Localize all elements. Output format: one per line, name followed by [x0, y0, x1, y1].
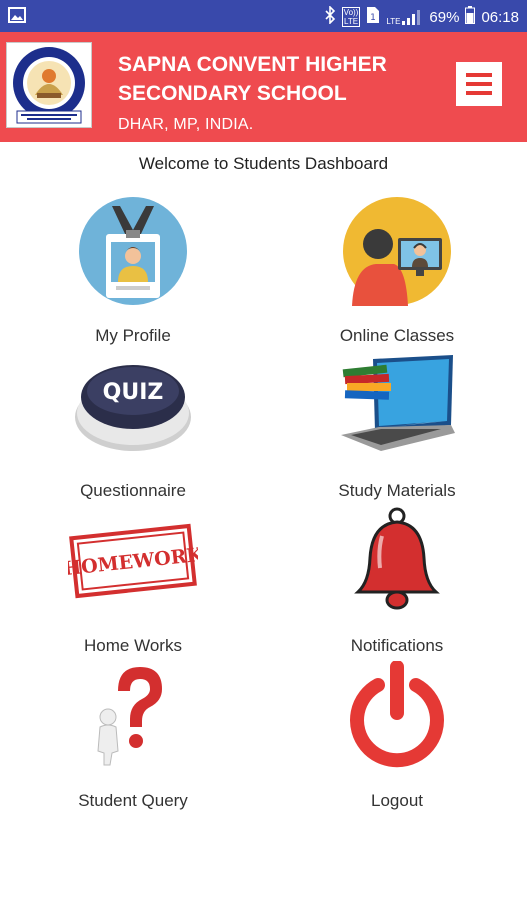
app-header: SAPNA CONVENT HIGHER SECONDARY SCHOOL DH… [0, 32, 527, 142]
clock: 06:18 [481, 8, 519, 26]
bluetooth-icon [324, 5, 336, 28]
menu-bar-icon [466, 82, 492, 86]
tile-label: Notifications [350, 636, 444, 655]
profile-id-card-icon [78, 196, 188, 306]
volte-icon: Vo)) LTE [341, 7, 361, 27]
status-bar: Vo)) LTE 1 LTE 69% 06:18 [0, 0, 527, 32]
tile-label: Home Works [84, 636, 182, 655]
tile-home-works[interactable]: HOMEWORK Home Works [33, 506, 233, 656]
tile-student-query[interactable]: Student Query [33, 661, 233, 811]
tile-my-profile[interactable]: My Profile [33, 196, 233, 346]
lte-signal-icon: LTE [386, 8, 423, 26]
tile-questionnaire[interactable]: QUIZ Questionnaire [33, 351, 233, 501]
tile-study-materials[interactable]: Study Materials [297, 351, 497, 501]
tile-online-classes[interactable]: Online Classes [297, 196, 497, 346]
homework-stamp-icon: HOMEWORK [62, 506, 205, 616]
tile-label: My Profile [95, 326, 171, 345]
online-classes-icon [342, 196, 452, 306]
laptop-books-icon [341, 351, 455, 461]
tile-label: Student Query [78, 791, 188, 810]
battery-icon [465, 6, 476, 28]
hamburger-menu-button[interactable] [456, 62, 502, 106]
menu-bar-icon [466, 91, 492, 95]
tile-label: Study Materials [338, 481, 456, 500]
volte-bottom-text: LTE [343, 17, 359, 26]
tile-logout[interactable]: Logout [297, 660, 497, 811]
school-logo [6, 42, 92, 128]
tile-label: Questionnaire [80, 481, 186, 500]
sim-icon: 1 [366, 6, 380, 28]
svg-text:1: 1 [370, 13, 376, 23]
tile-notifications[interactable]: Notifications [297, 506, 497, 656]
menu-bar-icon [466, 73, 492, 77]
question-mark-person-icon [78, 661, 188, 771]
tile-label: Logout [371, 791, 423, 810]
power-icon [342, 660, 452, 771]
school-title: SAPNA CONVENT HIGHER SECONDARY SCHOOL [118, 50, 418, 108]
school-title-line1: SAPNA CONVENT HIGHER [118, 53, 387, 76]
lte-label: LTE [386, 17, 401, 26]
homework-stamp-text: HOMEWORK [68, 544, 198, 581]
bell-icon [342, 506, 452, 616]
quiz-button-icon: QUIZ [75, 351, 191, 461]
welcome-message: Welcome to Students Dashboard [138, 154, 389, 173]
quiz-label: QUIZ [103, 380, 164, 405]
school-location: DHAR, MP, INDIA. [118, 116, 254, 133]
volte-top-text: Vo)) [343, 8, 359, 17]
school-title-line2: SECONDARY SCHOOL [118, 82, 347, 105]
battery-percent: 69% [429, 8, 460, 26]
gallery-notification-icon [8, 7, 26, 27]
tile-label: Online Classes [339, 326, 455, 345]
